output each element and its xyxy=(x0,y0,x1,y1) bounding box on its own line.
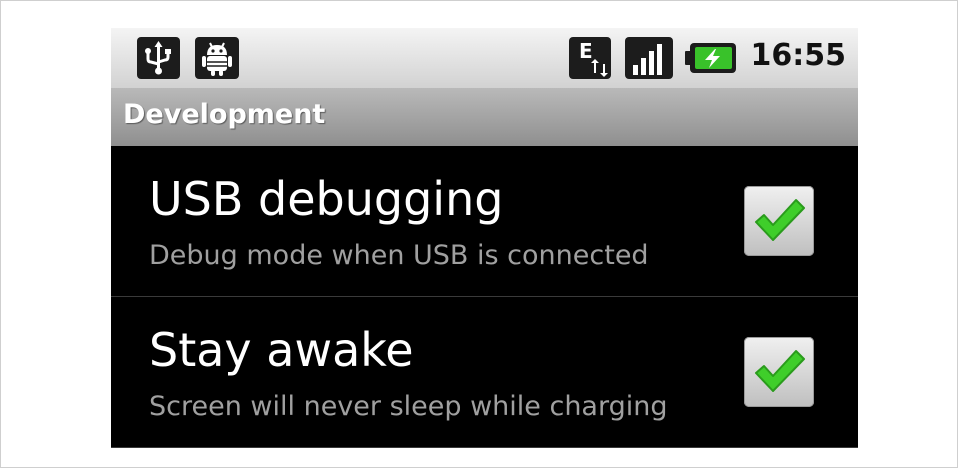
pref-stay-awake[interactable]: Stay awake Screen will never sleep while… xyxy=(111,297,858,447)
status-clock: 16:55 xyxy=(750,38,847,73)
screenshot-frame: E 16:55 Development USB debugging Debug … xyxy=(0,0,958,468)
usb-icon xyxy=(137,37,180,79)
row-divider xyxy=(111,447,858,448)
pref-title: Stay awake xyxy=(149,323,414,377)
stay-awake-checkbox[interactable] xyxy=(744,337,814,407)
usb-debugging-checkbox[interactable] xyxy=(744,186,814,256)
title-bar: Development xyxy=(111,88,858,146)
pref-usb-debugging[interactable]: USB debugging Debug mode when USB is con… xyxy=(111,146,858,296)
checkmark-icon xyxy=(755,199,805,241)
status-bar: E 16:55 xyxy=(111,28,858,88)
pref-title: USB debugging xyxy=(149,172,504,226)
network-edge-icon: E xyxy=(569,37,611,79)
battery-charging-icon xyxy=(685,37,739,79)
checkmark-icon xyxy=(755,350,805,392)
pref-summary: Screen will never sleep while charging xyxy=(149,391,668,422)
signal-icon xyxy=(625,37,673,79)
pref-summary: Debug mode when USB is connected xyxy=(149,240,649,271)
network-type-label: E xyxy=(579,39,593,63)
phone-screen: E 16:55 Development USB debugging Debug … xyxy=(111,28,858,448)
android-debug-icon xyxy=(195,37,239,79)
page-title: Development xyxy=(123,99,326,130)
